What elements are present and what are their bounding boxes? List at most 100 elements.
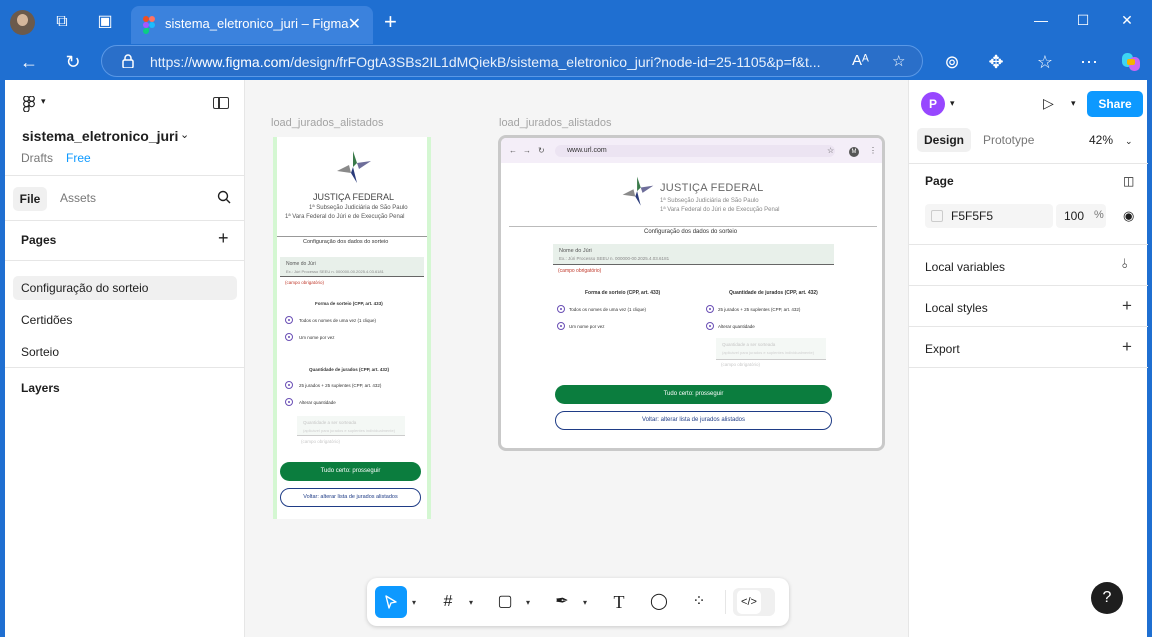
radio-25-jurors[interactable] (285, 381, 293, 389)
maximize-icon[interactable]: ☐ (1073, 12, 1093, 29)
chevron-down-icon[interactable]: ▾ (583, 598, 587, 607)
search-icon[interactable] (217, 190, 231, 207)
radio-one-name-label: Um nome por vez (299, 335, 335, 340)
profile-avatar[interactable] (10, 10, 35, 35)
new-tab-icon[interactable]: + (384, 11, 397, 33)
frame-tool-icon[interactable]: # (432, 586, 464, 618)
export-heading[interactable]: Export (925, 342, 960, 356)
minimize-icon[interactable]: — (1031, 12, 1051, 28)
help-button[interactable]: ? (1091, 582, 1123, 614)
zoom-dropdown[interactable]: 42% ⌄ (1089, 133, 1133, 147)
tab-design[interactable]: Design (917, 128, 971, 152)
local-variables-heading[interactable]: Local variables (925, 260, 1005, 274)
add-export-icon[interactable]: + (1122, 337, 1132, 357)
quantity-field[interactable]: Quantidade a ser sorteada (aplicável par… (297, 416, 405, 436)
quantity-field[interactable]: Quantidade a ser sorteada (aplicável par… (716, 338, 826, 360)
user-avatar[interactable]: P (921, 92, 945, 116)
design-canvas[interactable]: load_jurados_alistados load_jurados_alis… (246, 80, 908, 637)
tab-assets[interactable]: Assets (60, 191, 96, 205)
sidebar-toggle-icon[interactable] (213, 97, 229, 109)
proceed-button[interactable]: Tudo certo: prosseguir (555, 385, 832, 404)
pen-tool-icon[interactable]: ✒ (546, 586, 578, 618)
page-item-configuracao[interactable]: Configuração do sorteio (13, 276, 237, 300)
page-color-field[interactable]: F5F5F5 (925, 204, 1053, 228)
group2-title: Quantidade de jurados (CPP, art. 432) (729, 290, 818, 296)
read-aloud-icon[interactable]: A͏ᴬ (852, 52, 869, 69)
close-tab-icon[interactable]: ✕ (348, 14, 361, 34)
jury-name-field[interactable]: Nome do Júri Ex.: Júri Processo SEEU n. … (280, 257, 424, 277)
radio-change-qty[interactable] (285, 398, 293, 406)
chevron-down-icon[interactable]: ▾ (526, 598, 530, 607)
favorite-star-icon[interactable]: ☆ (892, 52, 905, 70)
extensions-icon[interactable]: ✥ (984, 50, 1008, 74)
tab-actions-icon[interactable]: ▣ (95, 12, 115, 32)
divider (5, 260, 245, 261)
page-color-value[interactable]: F5F5F5 (951, 209, 993, 223)
text-tool-icon[interactable]: T (603, 586, 635, 618)
figma-menu-icon[interactable]: ▾ (23, 95, 49, 113)
page-item-certidoes[interactable]: Certidões (13, 308, 237, 332)
back-to-list-button[interactable]: Voltar: alterar lista de jurados alistad… (555, 411, 832, 430)
actions-tool-icon[interactable]: ⁘ (683, 586, 715, 618)
refresh-icon[interactable]: ↻ (61, 50, 85, 74)
jury-name-field[interactable]: Nome do Júri Ex.: Júri Processo SEEU n. … (553, 244, 834, 265)
tab-prototype[interactable]: Prototype (983, 133, 1034, 147)
favorites-icon[interactable]: ☆ (1033, 50, 1057, 74)
workspaces-icon[interactable]: ⧉ (52, 12, 72, 32)
radio-change-qty[interactable] (706, 322, 714, 330)
frame-label-tablet[interactable]: load_jurados_alistados (499, 117, 612, 129)
radio-one-name[interactable] (285, 333, 293, 341)
tab-file[interactable]: File (13, 187, 47, 211)
required-note: (campo obrigatório) (285, 280, 325, 285)
more-menu-icon[interactable]: ⋯ (1077, 50, 1101, 74)
back-icon[interactable]: ← (17, 50, 41, 74)
reading-view-icon[interactable]: ⊚ (940, 50, 964, 74)
move-tool-icon[interactable] (375, 586, 407, 618)
chevron-down-icon[interactable]: ▾ (1071, 98, 1076, 109)
comment-tool-icon[interactable]: ◯ (643, 586, 675, 618)
add-style-icon[interactable]: + (1122, 296, 1132, 316)
desktop-frame[interactable]: ← → ↻ www.url.com ☆ M ⋮ JUSTIÇA FEDERAL … (498, 135, 885, 451)
radio-all-names[interactable] (557, 305, 565, 313)
page-item-sorteio[interactable]: Sorteio (13, 340, 237, 364)
chevron-down-icon[interactable]: ▾ (412, 598, 416, 607)
bottom-toolbar: ▾ # ▾ ▢ ▾ ✒ ▾ T ◯ ⁘ </> (367, 578, 789, 626)
mobile-frame[interactable]: JUSTIÇA FEDERAL 1ª Subseção Judiciária d… (273, 137, 431, 519)
variables-settings-icon[interactable]: ⫰ (1122, 256, 1128, 272)
code-icon: </> (737, 590, 761, 614)
justica-federal-emblem-icon (337, 151, 371, 183)
copilot-icon[interactable] (1120, 51, 1142, 73)
radio-one-name[interactable] (557, 322, 565, 330)
chevron-down-icon[interactable]: ▾ (950, 98, 955, 109)
chevron-down-icon[interactable]: ⌄ (180, 128, 189, 141)
dev-mode-toggle[interactable]: </> (733, 588, 775, 616)
plan-badge[interactable]: Free (66, 151, 91, 165)
page-style-icon[interactable]: ◫ (1123, 174, 1134, 188)
radio-all-names[interactable] (285, 316, 293, 324)
drafts-link[interactable]: Drafts (21, 151, 53, 165)
figma-app: ▾ sistema_eletronico_juri ⌄ Drafts Free … (5, 80, 1148, 637)
close-window-icon[interactable]: ✕ (1117, 12, 1137, 29)
group1-title: Forma de sorteio (CPP, art. 433) (585, 290, 661, 296)
rectangle-tool-icon[interactable]: ▢ (489, 586, 521, 618)
chevron-down-icon[interactable]: ▾ (469, 598, 473, 607)
layers-heading: Layers (21, 381, 60, 395)
file-name[interactable]: sistema_eletronico_juri (22, 128, 178, 144)
color-swatch[interactable] (931, 210, 943, 222)
present-play-icon[interactable]: ▷ (1043, 95, 1054, 112)
page-opacity-field[interactable]: 100 % (1056, 204, 1106, 228)
visibility-eye-icon[interactable]: ◉ (1123, 208, 1134, 224)
frame-label-mobile[interactable]: load_jurados_alistados (271, 117, 384, 129)
share-button[interactable]: Share (1087, 91, 1143, 117)
url-text: https://www.figma.com/design/frFOgtA3SBs… (150, 54, 821, 70)
proceed-button[interactable]: Tudo certo: prosseguir (280, 462, 421, 481)
chevron-down-icon: ⌄ (1125, 136, 1133, 146)
address-bar[interactable]: https://www.figma.com/design/frFOgtA3SBs… (101, 45, 923, 77)
org-title: JUSTIÇA FEDERAL (660, 182, 764, 194)
browser-tab[interactable]: sistema_eletronico_juri – Figma ✕ (131, 6, 373, 44)
divider (725, 590, 726, 614)
back-to-list-button[interactable]: Voltar: alterar lista de jurados alistad… (280, 488, 421, 507)
local-styles-heading[interactable]: Local styles (925, 301, 988, 315)
radio-25-jurors[interactable] (706, 305, 714, 313)
add-page-icon[interactable]: + (218, 228, 229, 249)
